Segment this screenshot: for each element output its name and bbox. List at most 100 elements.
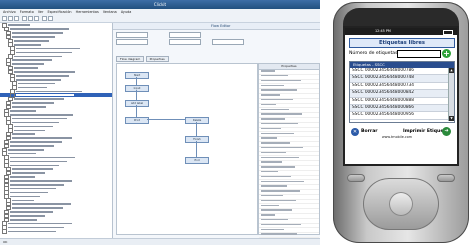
status-time: 12:45 PM bbox=[375, 29, 391, 33]
tree-node-label bbox=[7, 152, 36, 155]
flow-node[interactable]: Add label bbox=[125, 100, 149, 107]
menu-item-ventana[interactable]: Ventana bbox=[103, 10, 117, 14]
list-item[interactable]: SSCC 000023456448000748 bbox=[350, 75, 454, 83]
tree-node-label bbox=[9, 145, 54, 147]
menu-item-formato[interactable]: Formato bbox=[20, 10, 34, 14]
tree-node-label bbox=[9, 195, 40, 198]
menu-item-especificacion[interactable]: Especificación bbox=[48, 10, 72, 14]
text-field[interactable] bbox=[168, 32, 201, 38]
tree-node-label bbox=[13, 55, 62, 58]
flow-node[interactable]: Start bbox=[125, 72, 149, 79]
tree-node-label bbox=[9, 156, 75, 159]
pda-left-button[interactable] bbox=[347, 174, 365, 182]
undo-icon[interactable] bbox=[42, 16, 47, 21]
tree-node-label bbox=[9, 211, 53, 213]
tree-node-label bbox=[15, 75, 69, 77]
project-tree[interactable] bbox=[0, 23, 113, 238]
scroll-down-icon[interactable]: ▼ bbox=[449, 116, 454, 121]
property-value bbox=[261, 209, 292, 211]
list-scrollbar[interactable]: ▲ ▼ bbox=[448, 68, 454, 121]
text-field[interactable] bbox=[116, 32, 148, 38]
tree-node-label bbox=[11, 32, 63, 34]
property-value bbox=[261, 156, 299, 159]
flow-node[interactable]: Input bbox=[125, 85, 149, 92]
tree-node-label bbox=[11, 168, 53, 170]
property-value bbox=[261, 75, 288, 77]
dpad-center-button[interactable] bbox=[389, 192, 413, 216]
property-value bbox=[261, 79, 301, 82]
tree-node-label bbox=[9, 218, 37, 221]
tab-properties[interactable]: Properties bbox=[145, 56, 169, 62]
property-value bbox=[261, 219, 288, 221]
property-value bbox=[261, 118, 285, 120]
numero-etiquetas-label: Número de etiquetas: bbox=[349, 51, 400, 56]
property-value bbox=[261, 147, 303, 149]
text-field[interactable] bbox=[116, 39, 148, 45]
paste-icon[interactable] bbox=[34, 16, 39, 21]
tree-node-label bbox=[13, 67, 38, 69]
redo-icon[interactable] bbox=[48, 16, 53, 21]
list-item[interactable]: SSCC 000023456448000842 bbox=[350, 90, 454, 98]
property-value bbox=[261, 228, 284, 230]
tree-node-label bbox=[9, 215, 45, 217]
tree-node-label bbox=[13, 43, 41, 46]
new-icon[interactable] bbox=[2, 16, 7, 21]
tree-node-label bbox=[11, 199, 34, 202]
property-value bbox=[261, 113, 302, 115]
dpad[interactable] bbox=[363, 178, 439, 230]
status-bar: OK bbox=[0, 238, 320, 245]
list-item[interactable]: SSCC 000023456448000866 bbox=[350, 104, 454, 113]
property-value bbox=[261, 70, 275, 72]
connector bbox=[136, 77, 137, 85]
menu-item-ver[interactable]: Ver bbox=[38, 10, 44, 14]
menu-item-herramientas[interactable]: Herramientas bbox=[76, 10, 99, 14]
connector bbox=[136, 90, 137, 100]
text-field[interactable] bbox=[211, 39, 244, 45]
flow-node[interactable]: End bbox=[185, 157, 209, 164]
menu-item-ayuda[interactable]: Ayuda bbox=[121, 10, 131, 14]
property-value bbox=[261, 199, 296, 202]
text-field[interactable] bbox=[168, 39, 201, 45]
property-value bbox=[261, 151, 286, 154]
connector bbox=[196, 141, 197, 157]
tree-node-label bbox=[7, 226, 64, 229]
property-value bbox=[261, 171, 278, 173]
scroll-up-icon[interactable]: ▲ bbox=[449, 68, 454, 73]
copy-icon[interactable] bbox=[28, 16, 33, 21]
flow-node[interactable]: Finish bbox=[185, 136, 209, 143]
list-item[interactable]: SSCC 000023456448000786 bbox=[350, 68, 454, 76]
add-button[interactable]: + bbox=[442, 49, 451, 58]
menu-item-archivo[interactable]: Archivo bbox=[3, 10, 16, 14]
tree-node-label bbox=[15, 94, 74, 97]
list-item[interactable]: SSCC 000023456448000734 bbox=[350, 83, 454, 91]
tree-node-label bbox=[9, 141, 62, 143]
property-value bbox=[261, 180, 304, 183]
property-value bbox=[261, 89, 297, 91]
property-value bbox=[261, 195, 283, 197]
flow-node[interactable]: Print bbox=[125, 117, 149, 124]
property-value bbox=[261, 233, 297, 235]
tree-node-label bbox=[13, 129, 45, 132]
pda-device: 12:45 PM Etiquetas libres Número de etiq… bbox=[333, 2, 469, 243]
save-icon[interactable] bbox=[14, 16, 19, 21]
editor-title: Flow Editor bbox=[113, 23, 320, 30]
property-value bbox=[261, 185, 287, 187]
list-item[interactable]: SSCC 000023456448000956 bbox=[350, 112, 454, 120]
list-item[interactable]: SSCC 000023456448000888 bbox=[350, 98, 454, 105]
tab-flow-diagram[interactable]: Flow diagram bbox=[116, 56, 145, 62]
open-icon[interactable] bbox=[8, 16, 13, 21]
property-value bbox=[261, 161, 282, 163]
pda-right-button[interactable] bbox=[437, 174, 455, 182]
tree-node-label bbox=[9, 110, 36, 112]
flow-node[interactable]: Delete bbox=[185, 117, 209, 124]
tree-node-label bbox=[9, 191, 48, 194]
etiquetas-list[interactable]: Etiquetas - SSCC SSCC 000023456448000786… bbox=[349, 61, 455, 123]
borrar-button[interactable]: Borrar bbox=[361, 129, 378, 134]
cut-icon[interactable] bbox=[22, 16, 27, 21]
tree-node-label bbox=[11, 203, 71, 206]
flow-diagram[interactable]: Start Input Add label Print Delete Finis… bbox=[116, 63, 258, 235]
property-value bbox=[261, 190, 300, 192]
numero-etiquetas-input[interactable] bbox=[397, 50, 441, 58]
tree-row[interactable] bbox=[0, 229, 112, 234]
tree-node-label bbox=[9, 160, 67, 163]
